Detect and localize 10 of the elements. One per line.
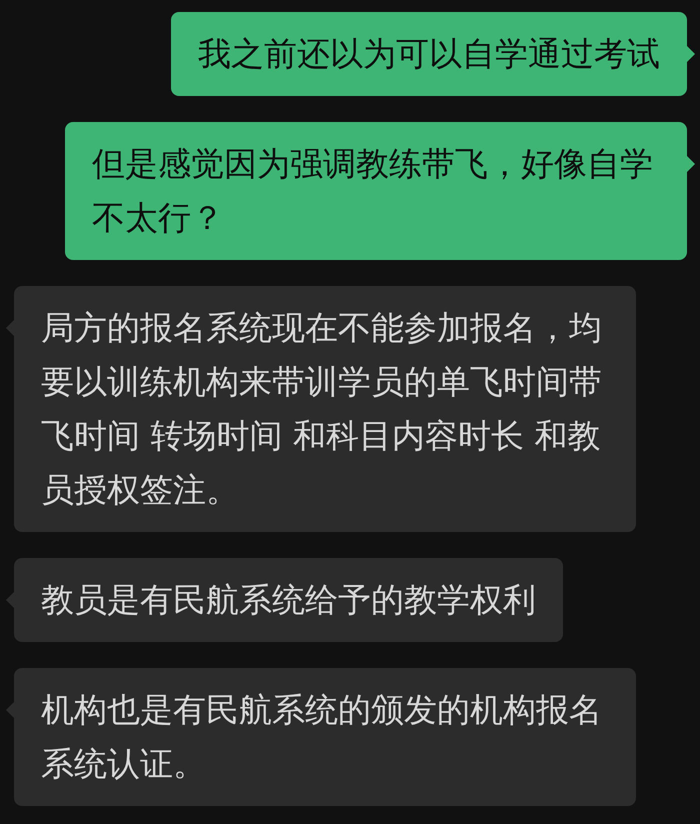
bubble-tail: [6, 592, 14, 608]
message-bubble: 教员是有民航系统给予的教学权利: [14, 558, 563, 642]
bubble-tail: [6, 320, 14, 336]
message-bubble: 但是感觉因为强调教练带飞，好像自学不太行？: [65, 122, 687, 260]
message-bubble: 机构也是有民航系统的颁发的机构报名系统认证。: [14, 668, 636, 806]
message-bubble: 我之前还以为可以自学通过考试: [171, 12, 687, 96]
bubble-tail: [687, 46, 695, 62]
message-bubble: 局方的报名系统现在不能参加报名，均要以训练机构来带训学员的单飞时间带飞时间 转场时间 和科目内容时长 和教员授权签注。: [14, 286, 636, 532]
bubble-tail: [687, 156, 695, 172]
bubble-tail: [6, 702, 14, 718]
